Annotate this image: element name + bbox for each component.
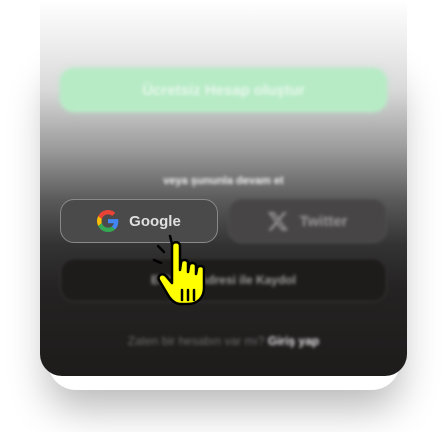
signup-card: Ücretsiz Hesap oluştur veya şununla deva… (40, 0, 407, 376)
signin-row: Zaten bir hesabın var mı? Giriş yap (40, 334, 407, 348)
twitter-label: Twitter (299, 212, 348, 230)
twitter-button[interactable]: Twitter (228, 199, 387, 243)
stage: Ücretsiz Hesap oluştur veya şununla deva… (0, 0, 447, 432)
google-g-icon (97, 210, 119, 232)
continue-with-divider: veya şununla devam et (163, 175, 284, 187)
signin-prompt: Zaten bir hesabın var mı? (127, 334, 265, 348)
signin-link[interactable]: Giriş yap (268, 334, 319, 348)
hand-pointer-icon (152, 234, 206, 306)
x-logo-icon (267, 210, 289, 232)
create-account-button[interactable]: Ücretsiz Hesap oluştur (60, 68, 387, 112)
email-signup-button[interactable]: E-Posta Adresi ile Kaydol (60, 258, 387, 302)
google-label: Google (129, 212, 181, 230)
create-account-label: Ücretsiz Hesap oluştur (142, 81, 305, 99)
